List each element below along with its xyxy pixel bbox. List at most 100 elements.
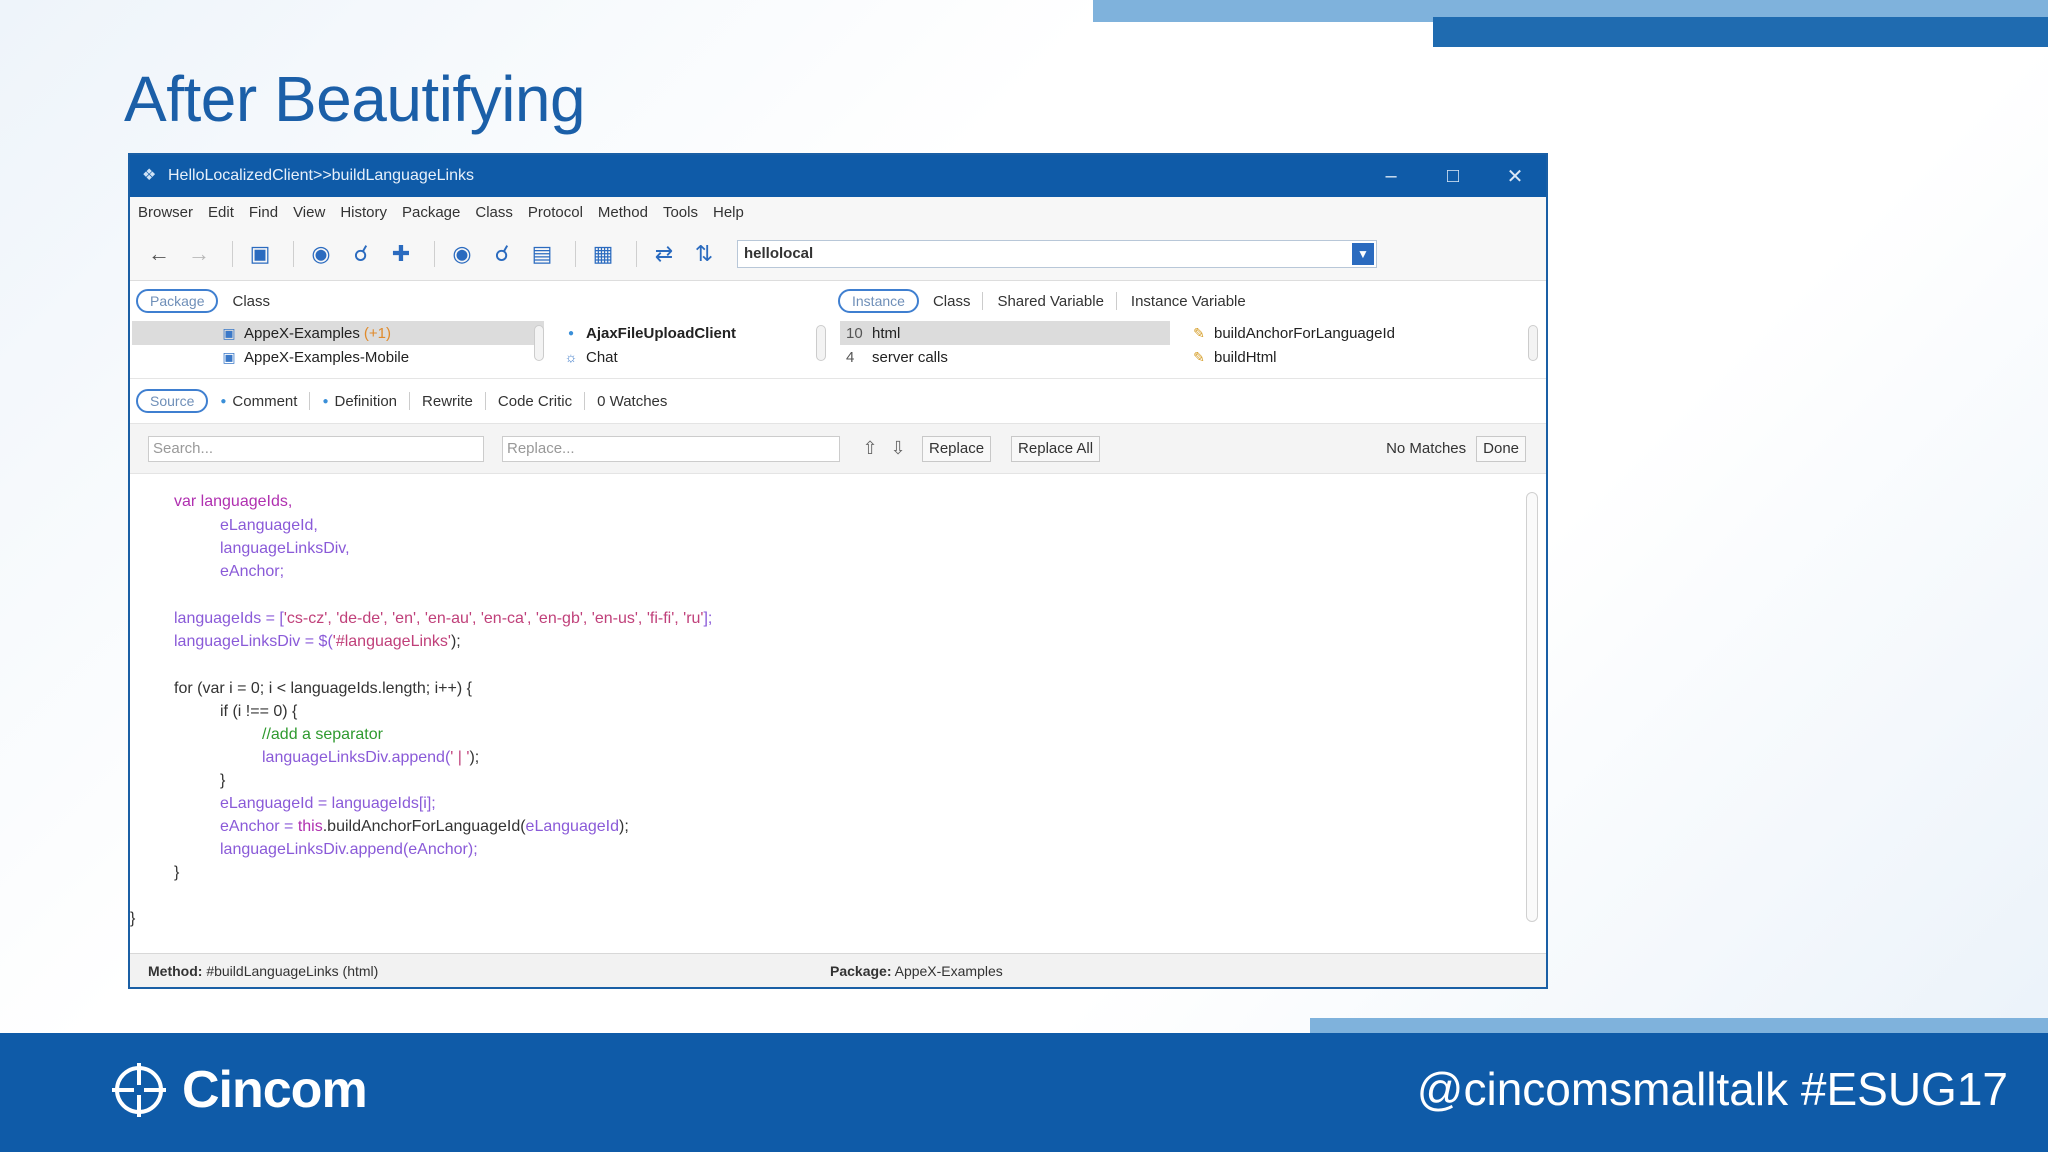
pane-scrollbar[interactable] (534, 325, 544, 361)
tab-definition[interactable]: ● Definition (322, 393, 397, 410)
code-line: languageLinksDiv.append(eAnchor); (220, 841, 478, 858)
tab-separator (982, 292, 984, 310)
window-title: HelloLocalizedClient>>buildLanguageLinks (168, 167, 474, 184)
code-line: } (174, 864, 180, 881)
tab-class[interactable]: Class (232, 293, 270, 310)
pane-scrollbar[interactable] (1528, 325, 1538, 361)
find-bar: Search... Replace... ⇧ ⇩ Replace Replace… (130, 423, 1546, 473)
menu-protocol[interactable]: Protocol (528, 204, 583, 221)
list-item[interactable]: ✎ buildAnchorForLanguageId (1184, 321, 1538, 345)
add-icon[interactable]: ✚ (384, 237, 418, 271)
app-icon: ❖ (142, 167, 157, 184)
toolbar-separator (636, 240, 637, 267)
tab-separator (1115, 292, 1117, 310)
pane-scrollbar[interactable] (816, 325, 826, 361)
search-combo[interactable]: hellolocal ▼ (737, 239, 1377, 268)
search-input[interactable]: Search... (148, 435, 484, 462)
magnify-icon[interactable]: ☌ (485, 237, 519, 271)
package-count-badge: (+1) (363, 324, 391, 342)
list-item[interactable]: ▣ AppeX-Examples-Mobile (132, 345, 544, 369)
tab-label: Comment (232, 392, 298, 410)
toolbar-separator (434, 240, 435, 267)
method-icon: ✎ (1193, 348, 1205, 365)
list-item[interactable]: ▣ AppeX-Examples (+1) (132, 321, 544, 345)
class-name: Chat (586, 348, 618, 366)
close-button[interactable]: ✕ (1484, 164, 1546, 189)
top-accent-bar-dark (1433, 17, 2048, 47)
refresh-icon[interactable]: ⇅ (687, 237, 721, 271)
code-line: } (220, 772, 226, 789)
toolbar: ← → ▣ ◉ ☌ ✚ ◉ ☌ ▤ ▦ ⇄ ⇅ hellolocal ▼ (130, 227, 1546, 281)
replace-all-button[interactable]: Replace All (1011, 435, 1101, 462)
replace-button[interactable]: Replace (922, 435, 992, 462)
menu-help[interactable]: Help (713, 204, 744, 221)
bullet-icon: ● (220, 395, 227, 407)
binoculars-icon[interactable]: ◉ (445, 237, 479, 271)
method-icon: ✎ (1193, 324, 1205, 341)
code-line: languageLinksDiv, (220, 540, 350, 557)
menu-class[interactable]: Class (475, 204, 513, 221)
code-line: eAnchor; (220, 563, 285, 580)
down-arrow-icon[interactable]: ⇩ (884, 438, 912, 459)
code-editor[interactable]: var languageIds, eLanguageId, languageLi… (130, 473, 1546, 945)
tab-separator (484, 392, 486, 410)
tab-source[interactable]: Source (136, 389, 209, 413)
list-item[interactable]: 10 html (840, 321, 1170, 345)
list-item[interactable]: ● AjaxFileUploadClient (556, 321, 826, 345)
code-line: languageLinksDiv = $('#languageLinks'); (174, 633, 461, 650)
method-pane: ✎ buildAnchorForLanguageId ✎ buildHtml (1184, 321, 1538, 377)
cincom-logo: Cincom (110, 1058, 368, 1122)
menu-edit[interactable]: Edit (208, 204, 234, 221)
back-arrow-icon[interactable]: ← (142, 237, 176, 271)
binoculars-icon[interactable]: ◉ (304, 237, 338, 271)
menu-browser[interactable]: Browser (138, 204, 193, 221)
tab-class-side[interactable]: Class (933, 293, 971, 310)
sync-icon[interactable]: ⇄ (647, 237, 681, 271)
tab-watches[interactable]: 0 Watches (597, 393, 667, 410)
side-tabs: Instance Class Shared Variable Instance … (838, 289, 1246, 313)
tab-instance[interactable]: Instance (838, 289, 919, 313)
menu-tools[interactable]: Tools (663, 204, 698, 221)
browser-icon[interactable]: ▣ (243, 237, 277, 271)
code-line: languageLinksDiv.append(' | '); (262, 749, 480, 766)
bottom-accent-bar (1310, 1018, 2048, 1034)
menu-view[interactable]: View (293, 204, 325, 221)
tab-code-critic[interactable]: Code Critic (498, 393, 572, 410)
menu-method[interactable]: Method (598, 204, 648, 221)
package-icon: ▣ (222, 348, 236, 365)
code-line: eLanguageId = languageIds[i]; (220, 795, 436, 812)
tab-shared-variable[interactable]: Shared Variable (997, 293, 1103, 310)
browser-icon[interactable]: ▤ (525, 237, 559, 271)
tab-rewrite[interactable]: Rewrite (422, 393, 473, 410)
menu-find[interactable]: Find (249, 204, 278, 221)
bullet-icon: ● (322, 395, 329, 407)
menu-package[interactable]: Package (402, 204, 460, 221)
toolbar-separator (293, 240, 294, 267)
list-item[interactable]: ✎ buildHtml (1184, 345, 1538, 369)
maximize-button[interactable]: □ (1422, 165, 1484, 188)
class-pane: ● AjaxFileUploadClient ☼ Chat (556, 321, 826, 377)
code-line: //add a separator (262, 726, 383, 743)
toolbar-separator (575, 240, 576, 267)
navigator-tabs: Package Class Instance Class Shared Vari… (130, 281, 1546, 321)
up-arrow-icon[interactable]: ⇧ (856, 438, 884, 459)
magnify-icon[interactable]: ☌ (344, 237, 378, 271)
list-item[interactable]: ☼ Chat (556, 345, 826, 369)
forward-arrow-icon[interactable]: → (182, 237, 216, 271)
code-line: } (130, 910, 136, 927)
list-item[interactable]: 4 server calls (840, 345, 1170, 369)
browser-icon[interactable]: ▦ (586, 237, 620, 271)
package-icon: ▣ (222, 324, 236, 341)
done-button[interactable]: Done (1476, 435, 1526, 462)
chevron-down-icon[interactable]: ▼ (1352, 242, 1374, 265)
editor-scrollbar[interactable] (1526, 492, 1538, 922)
code-line: eAnchor = this.buildAnchorForLanguageId(… (220, 818, 629, 835)
tab-instance-variable[interactable]: Instance Variable (1131, 293, 1246, 310)
tab-comment[interactable]: ● Comment (220, 393, 297, 410)
minimize-button[interactable]: – (1360, 165, 1422, 188)
menu-history[interactable]: History (340, 204, 387, 221)
replace-input[interactable]: Replace... (502, 435, 840, 462)
protocol-name: html (872, 324, 901, 342)
tab-package[interactable]: Package (136, 289, 219, 313)
code-line: var languageIds, (174, 493, 293, 510)
